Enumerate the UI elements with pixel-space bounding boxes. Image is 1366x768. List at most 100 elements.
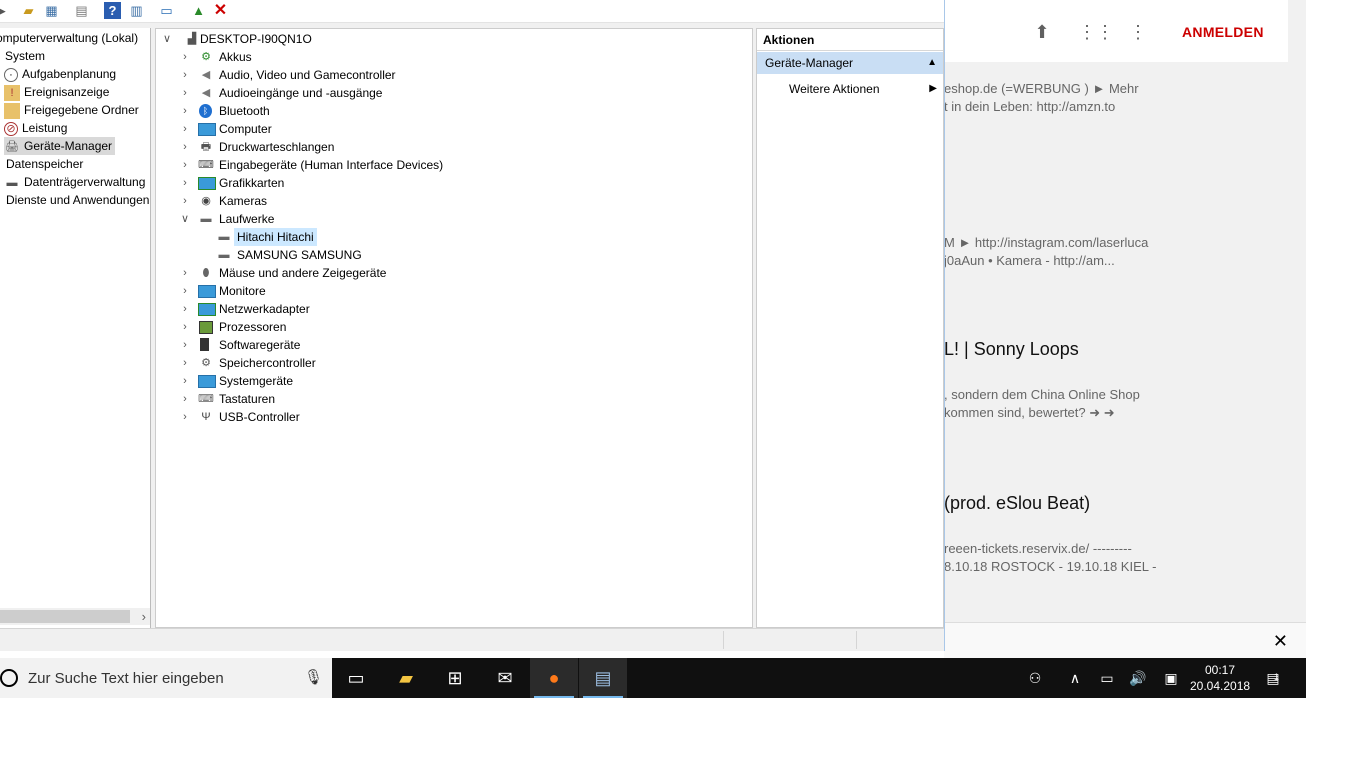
network-adapter-icon bbox=[198, 303, 216, 316]
chevron-right-icon[interactable]: › bbox=[178, 318, 192, 336]
back-icon[interactable]: ▸ bbox=[0, 2, 11, 19]
action-pane-icon[interactable]: ▥ bbox=[128, 2, 145, 19]
result-title[interactable]: L! | Sonny Loops bbox=[944, 339, 1304, 360]
status-divider bbox=[856, 631, 857, 649]
sign-in-button[interactable]: ANMELDEN bbox=[1182, 24, 1264, 40]
actions-section-device-manager[interactable]: Geräte-Manager ▲ bbox=[757, 52, 943, 74]
search-placeholder[interactable]: Zur Suche Text hier eingeben bbox=[28, 670, 224, 687]
submenu-arrow-icon[interactable]: ▶ bbox=[929, 80, 937, 98]
chevron-right-icon[interactable]: › bbox=[178, 282, 192, 300]
result-title[interactable]: (prod. eSlou Beat) bbox=[944, 493, 1304, 514]
category-label: Kameras bbox=[219, 194, 268, 208]
tree-item-storage[interactable]: Datenspeicher bbox=[6, 155, 83, 173]
show-hide-tree-icon[interactable]: ▦ bbox=[43, 2, 60, 19]
computer-management-icon[interactable]: ▤ bbox=[579, 658, 627, 698]
tree-item-shared-folders[interactable]: Freigegebene Ordner bbox=[4, 101, 139, 119]
chevron-right-icon[interactable]: › bbox=[178, 102, 192, 120]
chevron-right-icon[interactable]: › bbox=[178, 264, 192, 282]
category-label: Mäuse und andere Zeigegeräte bbox=[219, 266, 387, 280]
chevron-right-icon[interactable]: › bbox=[178, 156, 192, 174]
tree-item-label: omputerverwaltung (Lokal) bbox=[0, 31, 139, 45]
active-indicator bbox=[534, 696, 574, 698]
help-icon[interactable]: ? bbox=[104, 2, 121, 19]
tree-item-task-scheduler[interactable]: · Aufgabenplanung bbox=[4, 65, 116, 83]
result-desc: eshop.de (=WERBUNG ) ► Mehr bbox=[944, 81, 1139, 96]
chevron-right-icon[interactable]: › bbox=[178, 48, 192, 66]
firefox-icon[interactable]: ● bbox=[530, 658, 578, 698]
chevron-right-icon[interactable]: › bbox=[178, 192, 192, 210]
chevron-right-icon[interactable]: › bbox=[178, 174, 192, 192]
category-label: Monitore bbox=[219, 284, 266, 298]
result-item[interactable]: L! | Sonny Loops , sondern dem China Onl… bbox=[944, 339, 1304, 422]
microphone-icon[interactable]: 🎙 bbox=[304, 668, 323, 686]
clock[interactable]: 00:17 20.04.2018 bbox=[1190, 662, 1250, 694]
network-icon[interactable]: ▣ bbox=[1160, 658, 1182, 698]
category-label: Grafikkarten bbox=[219, 176, 285, 190]
battery-tray-icon[interactable]: ▭ bbox=[1096, 658, 1118, 698]
people-icon[interactable]: ⚇ bbox=[1024, 658, 1046, 698]
tree-item-computer-management[interactable]: omputerverwaltung (Lokal) bbox=[0, 29, 138, 47]
chevron-right-icon[interactable]: › bbox=[178, 66, 192, 84]
file-explorer-icon[interactable]: ▰ bbox=[382, 658, 430, 698]
monitor-icon[interactable]: ▭ bbox=[158, 2, 175, 19]
apps-grid-icon[interactable]: ⋮⋮ bbox=[1078, 20, 1114, 44]
chevron-right-icon[interactable]: › bbox=[178, 408, 192, 426]
console-tree: omputerverwaltung (Lokal) System · Aufgab… bbox=[0, 28, 151, 628]
update-driver-icon[interactable]: ▲ bbox=[190, 2, 207, 19]
chevron-right-icon[interactable]: › bbox=[178, 84, 192, 102]
drive-icon: ▬ bbox=[218, 231, 230, 243]
close-icon[interactable]: ✕ bbox=[1273, 631, 1288, 652]
category-label: Laufwerke bbox=[219, 212, 275, 226]
chevron-down-icon[interactable]: ∨ bbox=[178, 210, 192, 228]
tree-item-system[interactable]: System bbox=[5, 47, 45, 65]
store-icon[interactable]: ⊞ bbox=[431, 658, 479, 698]
more-actions-item[interactable]: Weitere Aktionen bbox=[789, 80, 880, 98]
volume-icon[interactable]: 🔊 bbox=[1127, 658, 1149, 698]
result-item[interactable]: M ► http://instagram.com/laserluca j0aAu… bbox=[944, 234, 1304, 270]
mail-icon[interactable]: ✉ bbox=[481, 658, 529, 698]
scroll-right-icon[interactable]: › bbox=[142, 608, 146, 625]
result-item[interactable]: (prod. eSlou Beat) reeen-tickets.reservi… bbox=[944, 493, 1304, 576]
background-browser: ⬆ ⋮⋮ ⋮ ANMELDEN eshop.de (=WERBUNG ) ► M… bbox=[944, 0, 1306, 658]
tree-item-label: Freigegebene Ordner bbox=[24, 103, 139, 117]
chevron-right-icon[interactable]: › bbox=[178, 300, 192, 318]
chevron-right-icon[interactable]: › bbox=[178, 372, 192, 390]
battery-icon: ⚙ bbox=[201, 51, 211, 63]
tree-item-device-manager[interactable]: 🖨 Geräte-Manager bbox=[4, 137, 116, 155]
tree-item-disk-management[interactable]: ▬ Datenträgerverwaltung bbox=[4, 173, 146, 191]
search-box[interactable]: Zur Suche Text hier eingeben 🎙 bbox=[0, 658, 332, 698]
show-hidden-icons[interactable]: ∧ bbox=[1064, 658, 1086, 698]
clock-time: 00:17 bbox=[1204, 663, 1236, 677]
result-item[interactable]: eshop.de (=WERBUNG ) ► Mehr t in dein Le… bbox=[944, 80, 1304, 116]
upload-icon[interactable]: ⬆ bbox=[1030, 20, 1054, 44]
cortana-icon[interactable] bbox=[0, 669, 18, 687]
chevron-right-icon[interactable]: › bbox=[178, 354, 192, 372]
more-vert-icon[interactable]: ⋮ bbox=[1126, 20, 1150, 44]
task-view-icon[interactable]: ▭ bbox=[332, 658, 380, 698]
scrollbar-thumb[interactable] bbox=[0, 610, 130, 623]
keyboard-icon: ⌨ bbox=[198, 393, 214, 405]
chevron-right-icon[interactable]: › bbox=[178, 390, 192, 408]
collapse-up-icon[interactable]: ▲ bbox=[927, 52, 937, 74]
tree-item-performance[interactable]: ⊘ Leistung bbox=[4, 119, 67, 137]
action-center-icon[interactable]: ▤ 1 bbox=[1262, 658, 1284, 698]
result-desc: 8.10.18 ROSTOCK - 19.10.18 KIEL - bbox=[944, 559, 1157, 574]
tree-item-event-viewer[interactable]: ! Ereignisanzeige bbox=[4, 83, 109, 101]
uninstall-icon[interactable]: ✕ bbox=[212, 2, 229, 19]
up-folder-icon[interactable]: ▰ bbox=[20, 2, 37, 19]
chevron-right-icon[interactable]: › bbox=[178, 336, 192, 354]
chevron-down-icon[interactable]: ∨ bbox=[160, 30, 174, 48]
speaker-icon: ◀ bbox=[201, 69, 211, 81]
tree-item-label: Ereignisanzeige bbox=[24, 85, 110, 99]
device-tree: ∨ ▟ DESKTOP-I90QN1O › ⚙ Akkus › ◀ Audio, Vid… bbox=[155, 28, 753, 628]
chevron-right-icon[interactable]: › bbox=[178, 138, 192, 156]
section-label: Geräte-Manager bbox=[765, 56, 854, 70]
horizontal-scrollbar[interactable]: › bbox=[0, 608, 150, 625]
clock-icon: · bbox=[4, 67, 18, 82]
storage-controller-icon: ⚙ bbox=[201, 357, 211, 369]
monitor-icon bbox=[198, 285, 216, 298]
chevron-right-icon[interactable]: › bbox=[178, 120, 192, 138]
properties-icon[interactable]: ▤ bbox=[73, 2, 90, 19]
tree-item-services-apps[interactable]: Dienste und Anwendungen bbox=[6, 191, 149, 209]
result-desc: j0aAun • Kamera - http://am... bbox=[944, 253, 1115, 268]
